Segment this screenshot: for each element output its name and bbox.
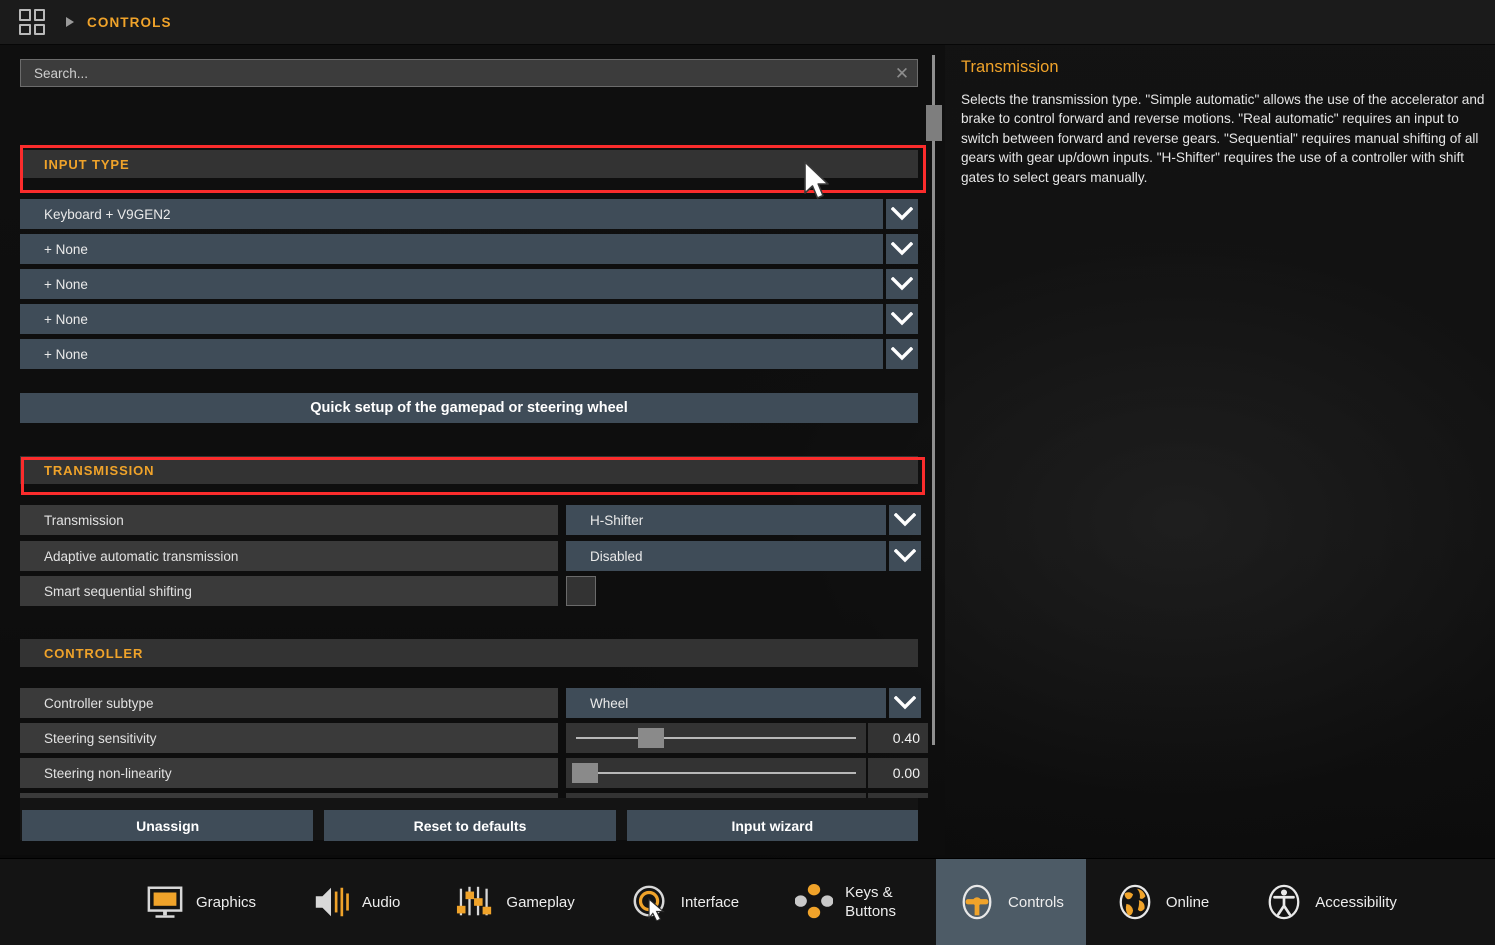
- steering-non-linearity-slider[interactable]: [566, 758, 866, 788]
- vertical-scrollbar-track[interactable]: [932, 55, 935, 745]
- nav-label: Gameplay: [506, 893, 575, 911]
- triangle-right-icon: [66, 17, 74, 27]
- nav-label: Accessibility: [1315, 893, 1397, 911]
- nav-label: Graphics: [196, 893, 257, 911]
- input-type-dropdown-4[interactable]: + None: [20, 339, 883, 369]
- globe-icon: [1119, 884, 1151, 920]
- vertical-scrollbar-thumb[interactable]: [926, 105, 942, 141]
- row-steering-sensitivity[interactable]: Steering sensitivity 0.40: [20, 723, 928, 753]
- description-body: Selects the transmission type. "Simple a…: [961, 92, 1485, 185]
- nav-label: Interface: [680, 893, 740, 911]
- grid-icon[interactable]: [19, 9, 45, 35]
- nav-label: Keys & Buttons: [845, 884, 897, 920]
- dpad-icon: [795, 883, 834, 919]
- smart-sequential-shifting-checkbox[interactable]: [566, 576, 596, 606]
- row-label: Transmission: [20, 505, 558, 535]
- nav-item-accessibility[interactable]: Accessibility: [1259, 859, 1403, 945]
- nav-item-online[interactable]: Online: [1110, 859, 1215, 945]
- row-steering-non-linearity[interactable]: Steering non-linearity 0.00: [20, 758, 928, 788]
- input-type-dropdown-3[interactable]: + None: [20, 304, 883, 334]
- nav-item-keys-and-buttons[interactable]: Keys & Buttons: [789, 859, 902, 945]
- search-input[interactable]: [21, 65, 887, 81]
- chevron-down-icon[interactable]: [886, 339, 918, 369]
- slider-track: [576, 772, 856, 774]
- nav-label: Audio: [362, 893, 401, 911]
- chevron-down-icon[interactable]: [889, 541, 921, 571]
- nav-item-audio[interactable]: Audio: [306, 859, 406, 945]
- row-label: Steering sensitivity: [20, 723, 558, 753]
- description-title: Transmission: [961, 58, 1059, 76]
- nav-item-gameplay[interactable]: Gameplay: [450, 859, 580, 945]
- steering-non-linearity-value: 0.00: [868, 758, 928, 788]
- nav-label: Controls: [1008, 893, 1064, 911]
- cursor-click-icon: [633, 885, 665, 921]
- row-smart-sequential-shifting[interactable]: Smart sequential shifting: [20, 576, 596, 606]
- close-icon[interactable]: ✕: [887, 60, 917, 86]
- row-label: Smart sequential shifting: [20, 576, 558, 606]
- nav-item-interface[interactable]: Interface: [625, 859, 745, 945]
- steering-wheel-icon: [962, 884, 992, 920]
- unassign-button[interactable]: Unassign: [22, 810, 314, 841]
- settings-panel: ✕ INPUT TYPE Keyboard + V9GEN2 + None: [0, 45, 945, 855]
- section-header-transmission: TRANSMISSION: [20, 456, 918, 484]
- row-label: Adaptive automatic transmission: [20, 541, 558, 571]
- description-panel: Transmission Selects the transmission ty…: [945, 45, 1495, 855]
- row-transmission[interactable]: Transmission H-Shifter: [20, 505, 921, 535]
- quick-setup-button[interactable]: Quick setup of the gamepad or steering w…: [20, 393, 918, 423]
- accessibility-icon: [1268, 884, 1300, 920]
- nav-item-graphics[interactable]: Graphics: [140, 859, 262, 945]
- chevron-down-icon[interactable]: [886, 269, 918, 299]
- chevron-down-icon[interactable]: [889, 688, 921, 718]
- reset-to-defaults-button[interactable]: Reset to defaults: [324, 810, 616, 841]
- controller-subtype-dropdown[interactable]: Wheel: [566, 688, 886, 718]
- transmission-dropdown[interactable]: H-Shifter: [566, 505, 886, 535]
- chevron-down-icon[interactable]: [886, 234, 918, 264]
- input-type-dropdown-2[interactable]: + None: [20, 269, 883, 299]
- input-type-row-4[interactable]: + None: [20, 339, 918, 369]
- slider-knob[interactable]: [638, 728, 664, 748]
- row-controller-subtype[interactable]: Controller subtype Wheel: [20, 688, 921, 718]
- slider-knob[interactable]: [572, 763, 598, 783]
- chevron-down-icon[interactable]: [889, 505, 921, 535]
- chevron-down-icon[interactable]: [886, 199, 918, 229]
- adaptive-automatic-dropdown[interactable]: Disabled: [566, 541, 886, 571]
- steering-sensitivity-slider[interactable]: [566, 723, 866, 753]
- section-header-input-type: INPUT TYPE: [20, 150, 918, 178]
- search-bar[interactable]: ✕: [20, 59, 918, 87]
- row-label: Steering non-linearity: [20, 758, 558, 788]
- input-wizard-button[interactable]: Input wizard: [626, 810, 918, 841]
- input-type-row-3[interactable]: + None: [20, 304, 918, 334]
- input-type-dropdown-1[interactable]: + None: [20, 234, 883, 264]
- nav-label: Online: [1165, 893, 1210, 911]
- sliders-icon: [457, 886, 492, 916]
- input-type-row-0[interactable]: Keyboard + V9GEN2: [20, 199, 918, 229]
- chevron-down-icon[interactable]: [886, 304, 918, 334]
- input-type-row-2[interactable]: + None: [20, 269, 918, 299]
- input-type-row-1[interactable]: + None: [20, 234, 918, 264]
- action-buttons: Unassign Reset to defaults Input wizard: [22, 810, 918, 841]
- nav-item-controls[interactable]: Controls: [936, 858, 1086, 945]
- slider-track: [576, 737, 856, 739]
- section-header-controller: CONTROLLER: [20, 639, 918, 667]
- input-type-dropdown-0[interactable]: Keyboard + V9GEN2: [20, 199, 883, 229]
- row-adaptive-automatic-transmission[interactable]: Adaptive automatic transmission Disabled: [20, 541, 921, 571]
- speaker-icon: [315, 887, 349, 917]
- steering-sensitivity-value: 0.40: [868, 723, 928, 753]
- bottom-navigation: Graphics Audio Gameplay Interface Keys &…: [0, 858, 1495, 945]
- options-screen: CONTROLS ✕ INPUT TYPE Keyboard + V9GEN2: [0, 0, 1495, 945]
- top-bar: CONTROLS: [0, 0, 1495, 45]
- row-label: Controller subtype: [20, 688, 558, 718]
- monitor-icon: [147, 886, 183, 918]
- breadcrumb-title: CONTROLS: [87, 14, 172, 30]
